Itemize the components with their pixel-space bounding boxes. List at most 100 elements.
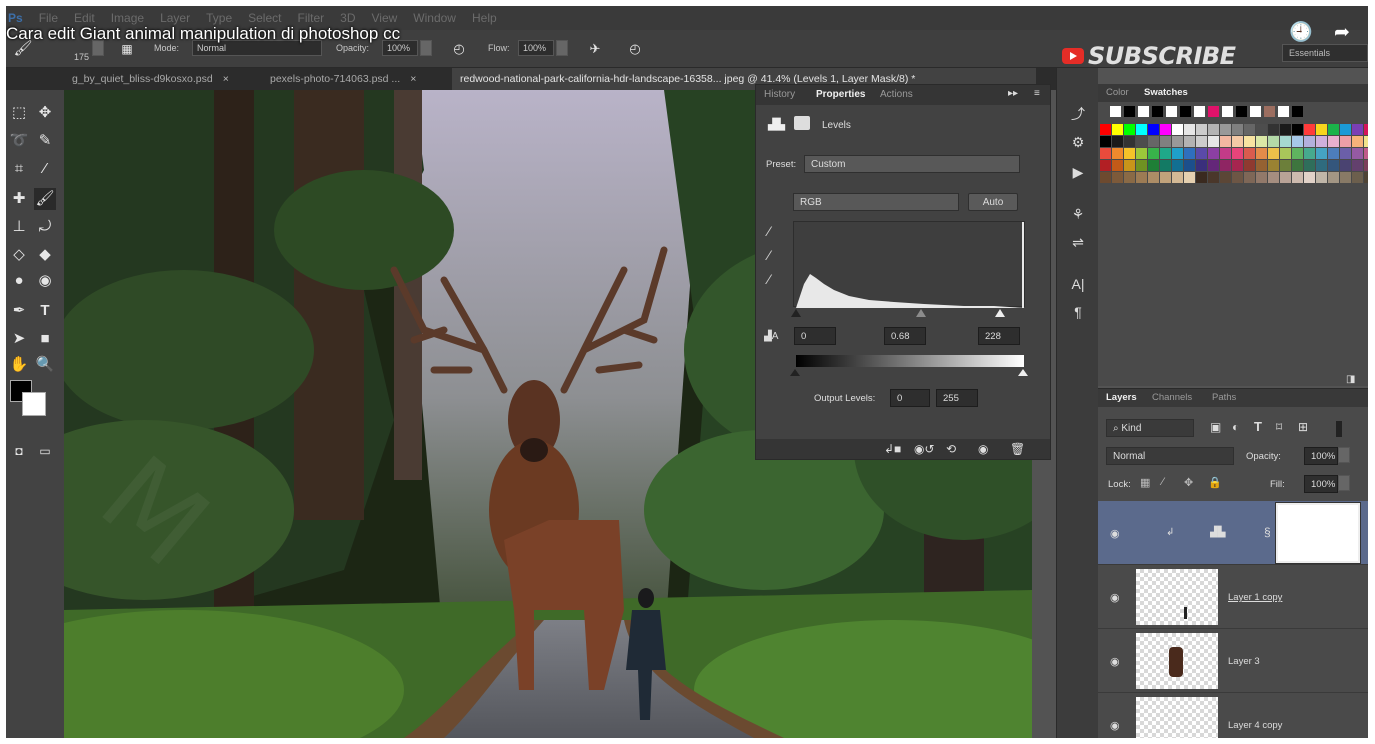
swatch[interactable] (1172, 160, 1183, 171)
swatch[interactable] (1100, 172, 1111, 183)
swatch[interactable] (1256, 160, 1267, 171)
swatch[interactable] (1340, 136, 1351, 147)
opacity-dropdown[interactable] (420, 40, 432, 56)
screen-mode-icon[interactable]: ▭ (34, 440, 56, 462)
target-adjust-icon[interactable]: ▟A (764, 331, 778, 342)
swatch[interactable] (1280, 148, 1291, 159)
swatch[interactable] (1364, 136, 1368, 147)
tab-color[interactable]: Color (1106, 87, 1129, 98)
swatch[interactable] (1222, 106, 1233, 117)
swatch[interactable] (1278, 106, 1289, 117)
subscribe-watermark[interactable]: SUBSCRIBE (1062, 42, 1236, 70)
swatch[interactable] (1256, 124, 1267, 135)
swatch[interactable] (1172, 136, 1183, 147)
filter-smart-icon[interactable]: ⊞ (1298, 420, 1308, 434)
swatch[interactable] (1328, 136, 1339, 147)
channel-select[interactable]: RGB (793, 193, 959, 211)
visibility-icon[interactable]: ◉ (978, 442, 988, 456)
tab-channels[interactable]: Channels (1152, 392, 1192, 403)
output-black-slider[interactable] (790, 369, 800, 376)
pressure-opacity-icon[interactable]: ◴ (448, 38, 470, 60)
filter-shape-icon[interactable]: ⌑ (1276, 420, 1282, 434)
dodge-tool-icon[interactable]: ◉ (34, 270, 56, 292)
menu-file[interactable]: File (39, 11, 58, 25)
swatch-grid[interactable] (1100, 124, 1368, 183)
swatch[interactable] (1268, 124, 1279, 135)
swatch[interactable] (1352, 136, 1363, 147)
swatch[interactable] (1352, 172, 1363, 183)
menu-window[interactable]: Window (413, 11, 456, 25)
swatch[interactable] (1280, 160, 1291, 171)
swatch[interactable] (1136, 160, 1147, 171)
swatch[interactable] (1172, 148, 1183, 159)
swatch[interactable] (1148, 160, 1159, 171)
reset-icon[interactable]: ⟲ (946, 442, 956, 456)
swatch[interactable] (1160, 160, 1171, 171)
input-black-field[interactable]: 0 (794, 327, 836, 345)
swatch[interactable] (1292, 136, 1303, 147)
swatch[interactable] (1112, 148, 1123, 159)
swatch[interactable] (1160, 148, 1171, 159)
swatch[interactable] (1136, 124, 1147, 135)
swatch[interactable] (1208, 106, 1219, 117)
swatch[interactable] (1112, 160, 1123, 171)
swatch[interactable] (1160, 172, 1171, 183)
swatch[interactable] (1148, 172, 1159, 183)
lock-transparent-icon[interactable]: ▦ (1140, 476, 1150, 489)
swatch[interactable] (1220, 124, 1231, 135)
swatch[interactable] (1340, 124, 1351, 135)
marquee-tool-icon[interactable]: ⬚ (8, 102, 30, 124)
swatch[interactable] (1208, 136, 1219, 147)
swatch[interactable] (1172, 172, 1183, 183)
fill-field[interactable]: 100% (1304, 475, 1338, 493)
swatch[interactable] (1352, 124, 1363, 135)
swatch[interactable] (1232, 148, 1243, 159)
brush-presets-icon[interactable]: ⚘ (1068, 204, 1088, 224)
swatch[interactable] (1304, 124, 1315, 135)
swatch[interactable] (1148, 124, 1159, 135)
input-gamma-slider[interactable] (916, 309, 926, 317)
swatch[interactable] (1180, 106, 1191, 117)
swatch[interactable] (1256, 148, 1267, 159)
layer-mask-thumbnail[interactable] (1276, 503, 1360, 563)
healing-tool-icon[interactable]: ✚ (8, 188, 30, 210)
layer-row-layer-3[interactable]: ◉ Layer 3 (1098, 629, 1368, 693)
mask-link-icon[interactable]: § (1264, 525, 1271, 539)
swatch[interactable] (1256, 136, 1267, 147)
swatch[interactable] (1184, 172, 1195, 183)
black-eyedropper-icon[interactable]: ⁄ (768, 223, 770, 239)
type-tool-icon[interactable]: T (34, 300, 56, 322)
visibility-eye-icon[interactable]: ◉ (1110, 591, 1120, 604)
swatch[interactable] (1112, 172, 1123, 183)
layer-name[interactable]: Layer 1 copy (1228, 592, 1282, 603)
swatch[interactable] (1100, 136, 1111, 147)
swatch[interactable] (1268, 172, 1279, 183)
view-previous-icon[interactable]: ◉↺ (914, 442, 935, 456)
swatch[interactable] (1124, 148, 1135, 159)
share-arrow-icon[interactable]: ➦ (1331, 22, 1353, 44)
swatch[interactable] (1364, 124, 1368, 135)
tab-actions[interactable]: Actions (880, 89, 913, 100)
swatch[interactable] (1256, 172, 1267, 183)
doc-tab-1[interactable]: g_by_quiet_bliss-d9kosxo.psd × (64, 68, 262, 90)
clock-icon[interactable]: 🕘 (1289, 22, 1313, 44)
visibility-eye-icon[interactable]: ◉ (1110, 719, 1120, 732)
character-icon[interactable]: A| (1068, 274, 1088, 294)
pen-tool-icon[interactable]: ✒ (8, 300, 30, 322)
swatch[interactable] (1100, 124, 1111, 135)
swatch[interactable] (1196, 136, 1207, 147)
swatch[interactable] (1160, 124, 1171, 135)
preset-select[interactable]: Custom (804, 155, 1020, 173)
swatch[interactable] (1184, 148, 1195, 159)
swatch[interactable] (1194, 106, 1205, 117)
swatch[interactable] (1244, 148, 1255, 159)
lock-all-icon[interactable]: 🔒 (1208, 476, 1222, 489)
swatch[interactable] (1100, 160, 1111, 171)
auto-button[interactable]: Auto (968, 193, 1018, 211)
swatch[interactable] (1220, 172, 1231, 183)
swatch[interactable] (1236, 106, 1247, 117)
swatch[interactable] (1160, 136, 1171, 147)
swatch[interactable] (1152, 106, 1163, 117)
swatch[interactable] (1220, 136, 1231, 147)
lock-image-icon[interactable]: ⁄ (1162, 476, 1164, 488)
